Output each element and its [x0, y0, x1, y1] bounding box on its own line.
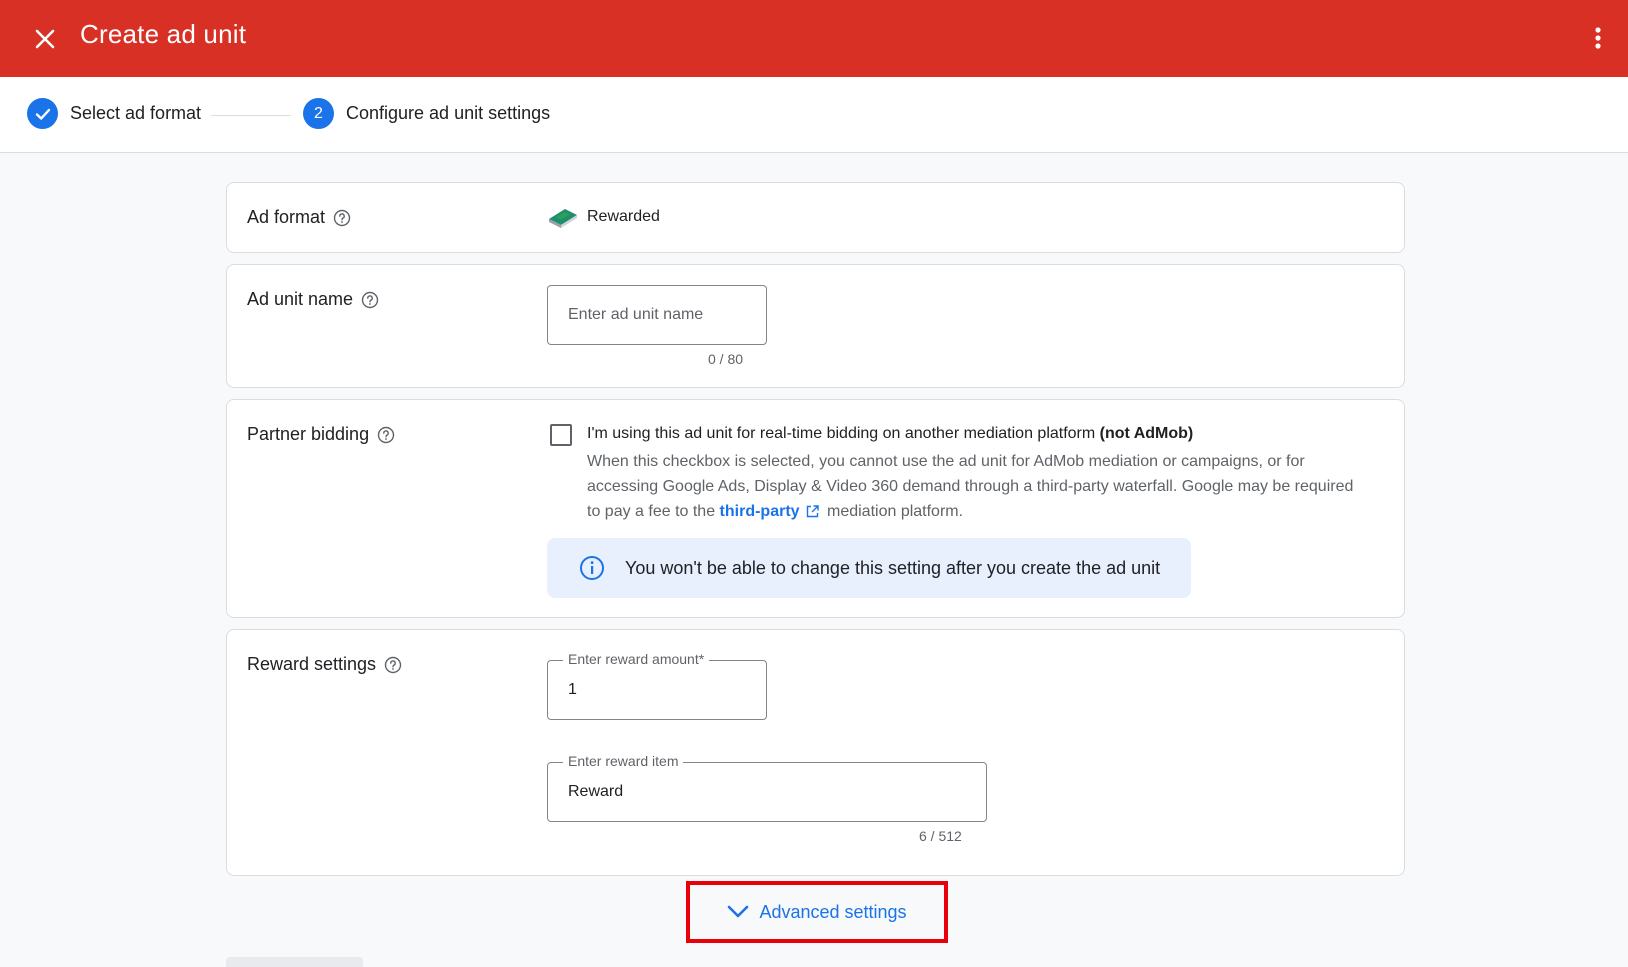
help-icon[interactable]: [377, 426, 395, 444]
reward-item-input[interactable]: [568, 763, 966, 821]
step-number: 2: [303, 98, 334, 129]
info-banner: You won't be able to change this setting…: [547, 538, 1191, 598]
description-text-end: mediation platform.: [822, 503, 964, 520]
checkbox-text: I'm using this ad unit for real-time bid…: [587, 425, 1100, 442]
check-circle-icon: [27, 98, 58, 129]
partner-bidding-label-row: Partner bidding: [247, 424, 395, 445]
step-configure-settings[interactable]: 2 Configure ad unit settings: [303, 98, 550, 129]
help-icon[interactable]: [361, 291, 379, 309]
info-icon: [580, 556, 604, 580]
advanced-settings-label: Advanced settings: [759, 901, 907, 922]
checkbox-bold-text: (not AdMob): [1099, 425, 1194, 442]
ad-unit-name-input[interactable]: [568, 286, 746, 344]
step-label: Configure ad unit settings: [346, 103, 551, 123]
third-party-link[interactable]: third-party: [720, 503, 800, 520]
partner-bidding-checkbox[interactable]: [550, 424, 572, 446]
ad-unit-name-label: Ad unit name: [247, 289, 354, 309]
top-app-bar: Create ad unit: [0, 0, 1628, 77]
step-connector: [211, 115, 291, 116]
page-title: Create ad unit: [80, 19, 247, 49]
external-link-icon: [806, 505, 819, 518]
step-label: Select ad format: [70, 103, 202, 123]
reward-settings-label: Reward settings: [247, 654, 377, 674]
reward-amount-input[interactable]: [568, 661, 746, 719]
ad-format-card: Ad format Rewarded: [226, 182, 1405, 253]
reward-item-counter: 6 / 512: [919, 828, 962, 844]
more-vert-icon: [1595, 27, 1601, 49]
description-text: When this checkbox is selected, you cann…: [587, 453, 1354, 520]
close-button[interactable]: [28, 22, 62, 56]
reward-settings-card: Reward settings Enter reward amount* Ent…: [226, 629, 1405, 876]
stepper: Select ad format 2 Configure ad unit set…: [0, 77, 1628, 153]
rewarded-format-icon: [549, 209, 577, 228]
ad-unit-name-counter: 0 / 80: [708, 351, 744, 367]
partner-bidding-checkbox-label[interactable]: I'm using this ad unit for real-time bid…: [587, 425, 1193, 443]
more-options-button[interactable]: [1586, 20, 1610, 56]
step-select-ad-format[interactable]: Select ad format: [27, 98, 201, 129]
ad-unit-name-label-row: Ad unit name: [247, 289, 379, 310]
partner-bidding-label: Partner bidding: [247, 424, 370, 444]
reward-amount-field[interactable]: Enter reward amount*: [547, 651, 767, 720]
ad-unit-name-field[interactable]: [547, 285, 767, 345]
ad-format-text: Rewarded: [587, 208, 660, 225]
ad-unit-name-card: Ad unit name 0 / 80: [226, 264, 1405, 388]
partner-bidding-card: Partner bidding I'm using this ad unit f…: [226, 399, 1405, 618]
chevron-down-icon: [728, 905, 749, 918]
ad-format-value: Rewarded: [547, 205, 660, 229]
advanced-settings-button[interactable]: Advanced settings: [686, 881, 948, 943]
ad-format-label-row: Ad format: [247, 207, 351, 228]
help-icon[interactable]: [384, 656, 402, 674]
partner-bidding-description: When this checkbox is selected, you cann…: [587, 449, 1367, 524]
ad-format-label: Ad format: [247, 207, 326, 227]
reward-settings-label-row: Reward settings: [247, 654, 402, 675]
bottom-button-stub[interactable]: [226, 957, 363, 967]
info-banner-text: You won't be able to change this setting…: [625, 557, 1161, 578]
help-icon[interactable]: [333, 209, 351, 227]
reward-item-field[interactable]: Enter reward item: [547, 753, 987, 822]
close-icon: [35, 29, 55, 49]
